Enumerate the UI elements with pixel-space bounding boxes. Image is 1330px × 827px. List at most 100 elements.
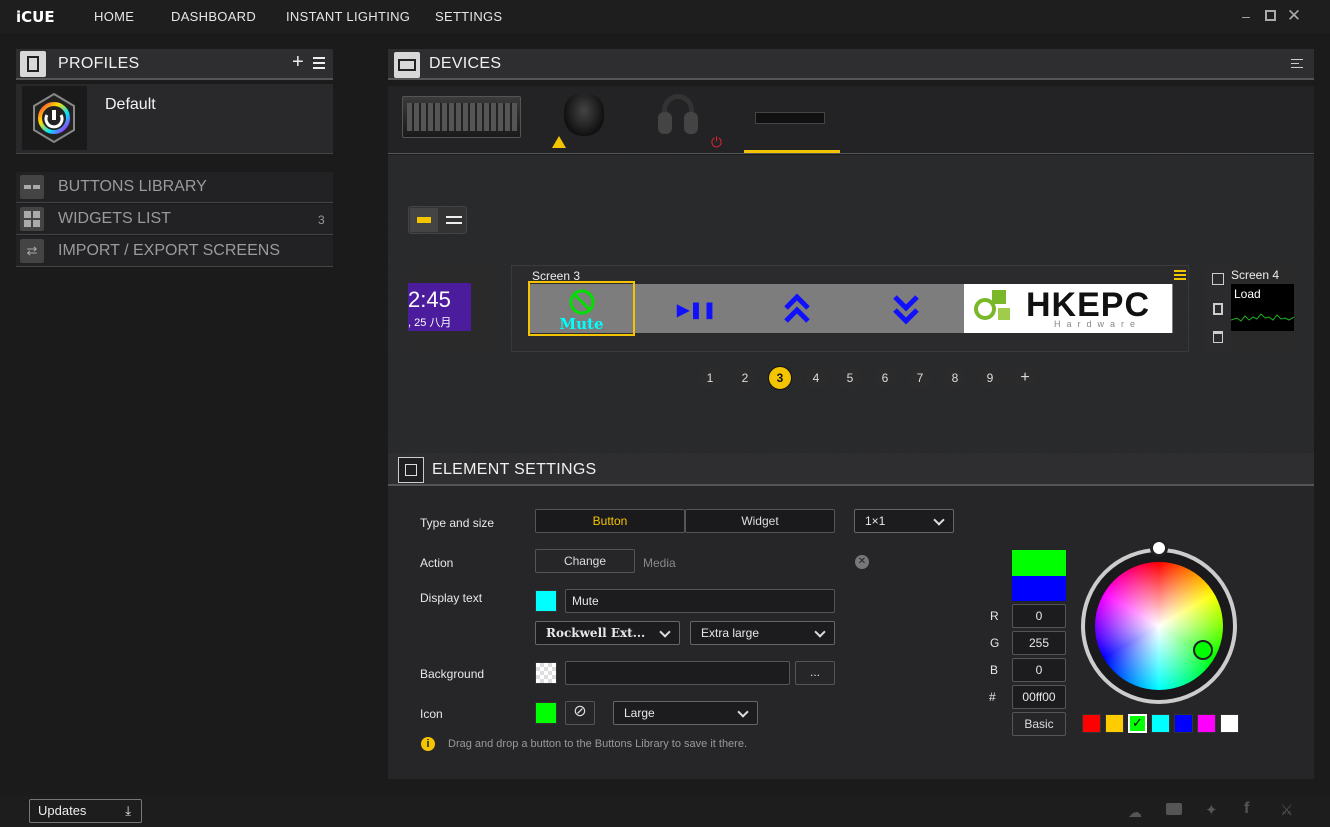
font-select[interactable]: Rockwell Ext...: [535, 621, 680, 645]
facebook-icon[interactable]: f: [1244, 800, 1249, 818]
screen-editor-area: 2:45 , 25 八月 Screen 3 Mute ▶❚❚ HKEPC Har…: [388, 155, 1314, 455]
devices-header: DEVICES: [388, 49, 1314, 80]
page-6-button[interactable]: 6: [874, 367, 896, 389]
background-swatch[interactable]: [535, 662, 557, 684]
page-3-button[interactable]: 3: [768, 366, 792, 390]
element-settings-panel: ELEMENT SETTINGS Type and size Button Wi…: [388, 453, 1314, 779]
minimize-icon[interactable]: –: [1238, 8, 1254, 24]
twitter-icon[interactable]: ✦: [1205, 801, 1218, 819]
updates-button[interactable]: Updates ⤓: [29, 799, 142, 823]
volume-up-icon[interactable]: [783, 292, 811, 326]
basic-button[interactable]: Basic: [1012, 712, 1066, 736]
volume-down-icon[interactable]: [892, 292, 920, 326]
page-5-button[interactable]: 5: [839, 367, 861, 389]
screen-tools: [1205, 265, 1231, 352]
background-browse-button[interactable]: ...: [795, 661, 835, 685]
view-screens-icon: [410, 208, 438, 232]
mute-button[interactable]: Mute: [528, 281, 635, 336]
r-input[interactable]: [1012, 604, 1066, 628]
page-2-button[interactable]: 2: [734, 367, 756, 389]
devices-title: DEVICES: [429, 55, 502, 72]
edit-screen-icon[interactable]: [1212, 273, 1224, 285]
device-ipad-bar[interactable]: [755, 112, 825, 124]
screen-menu-icon[interactable]: [1174, 270, 1186, 280]
hex-input[interactable]: [1012, 685, 1066, 709]
device-headset[interactable]: [656, 94, 700, 140]
color-picker-handle[interactable]: [1193, 640, 1213, 660]
type-widget-tab[interactable]: Widget: [685, 509, 835, 533]
clock-date: , 25 八月: [408, 317, 452, 329]
preset-yellow[interactable]: [1105, 714, 1124, 733]
play-pause-icon[interactable]: ▶❚❚: [677, 300, 716, 320]
corsair-icon[interactable]: ⚔: [1280, 801, 1293, 819]
buttons-library[interactable]: BUTTONS LIBRARY: [16, 172, 333, 203]
add-page-icon[interactable]: +: [1014, 367, 1036, 389]
icon-size-select[interactable]: Large: [613, 701, 758, 725]
page-9-button[interactable]: 9: [979, 367, 1001, 389]
preset-red[interactable]: [1082, 714, 1101, 733]
preset-green-selected[interactable]: ✓: [1128, 714, 1147, 733]
widgets-list-icon: [20, 207, 44, 231]
page-1-button[interactable]: 1: [699, 367, 721, 389]
power-off-icon: ⏻: [711, 134, 723, 150]
close-icon[interactable]: ✕: [1286, 7, 1302, 24]
preset-cyan[interactable]: [1151, 714, 1170, 733]
screen-next[interactable]: Screen 4 Load: [1231, 265, 1294, 352]
preset-magenta[interactable]: [1197, 714, 1216, 733]
brightness-handle[interactable]: [1150, 539, 1168, 557]
font-size-select[interactable]: Extra large: [690, 621, 835, 645]
action-value: Media: [643, 556, 676, 570]
change-action-button[interactable]: Change: [535, 549, 635, 573]
import-export-screens[interactable]: ⇄ IMPORT / EXPORT SCREENS: [16, 236, 333, 267]
b-input[interactable]: [1012, 658, 1066, 682]
background-label: Background: [420, 667, 485, 681]
chat-icon[interactable]: [1166, 803, 1182, 815]
nav-instant-lighting[interactable]: INSTANT LIGHTING: [286, 9, 410, 24]
nav-settings[interactable]: SETTINGS: [435, 9, 502, 24]
screen-prev[interactable]: 2:45 , 25 八月: [408, 265, 490, 352]
icon-size-value: Large: [624, 706, 655, 720]
widgets-list[interactable]: WIDGETS LIST 3: [16, 204, 333, 235]
page-7-button[interactable]: 7: [909, 367, 931, 389]
page-4-button[interactable]: 4: [805, 367, 827, 389]
community-icon[interactable]: ☁: [1128, 804, 1142, 821]
copy-screen-icon[interactable]: [1213, 303, 1223, 315]
icon-color-swatch[interactable]: [535, 702, 557, 724]
view-mode-toggle[interactable]: [408, 206, 467, 234]
hkepc-logo-mark: [974, 290, 1014, 326]
background-input[interactable]: [565, 661, 790, 685]
old-color-preview: [1012, 576, 1066, 601]
screen-current[interactable]: Screen 3 Mute ▶❚❚ HKEPC Hardware: [511, 265, 1189, 352]
device-mouse[interactable]: [564, 94, 604, 136]
devices-menu-icon[interactable]: [1291, 59, 1303, 68]
mute-icon: [569, 289, 595, 315]
display-text-input[interactable]: [565, 589, 835, 613]
device-keyboard[interactable]: [402, 96, 521, 138]
chevron-down-icon: [933, 514, 945, 526]
preset-white[interactable]: [1220, 714, 1239, 733]
clear-action-icon[interactable]: ✕: [855, 555, 869, 569]
page-8-button[interactable]: 8: [944, 367, 966, 389]
screen-next-label: Screen 4: [1231, 268, 1280, 282]
size-value: 1×1: [865, 514, 886, 528]
profiles-icon: [20, 51, 46, 77]
text-color-swatch[interactable]: [535, 590, 557, 612]
hkepc-logo-button[interactable]: HKEPC Hardware: [964, 284, 1172, 333]
preset-blue[interactable]: [1174, 714, 1193, 733]
color-wheel[interactable]: [1095, 562, 1223, 690]
size-select[interactable]: 1×1: [854, 509, 954, 533]
profile-item-default[interactable]: Default: [16, 84, 333, 154]
delete-screen-icon[interactable]: [1213, 331, 1223, 343]
nav-home[interactable]: HOME: [94, 9, 134, 24]
type-button-tab[interactable]: Button: [535, 509, 685, 533]
maximize-icon[interactable]: [1262, 8, 1278, 24]
nav-dashboard[interactable]: DASHBOARD: [171, 9, 256, 24]
color-wheel-ring[interactable]: [1081, 548, 1237, 704]
info-icon: i: [421, 737, 435, 751]
add-profile-icon[interactable]: +: [292, 51, 304, 74]
menu-icon[interactable]: [313, 57, 325, 69]
r-label: R: [990, 609, 999, 623]
g-input[interactable]: [1012, 631, 1066, 655]
no-icon-button[interactable]: ⊘: [565, 701, 595, 725]
type-size-label: Type and size: [420, 516, 495, 530]
